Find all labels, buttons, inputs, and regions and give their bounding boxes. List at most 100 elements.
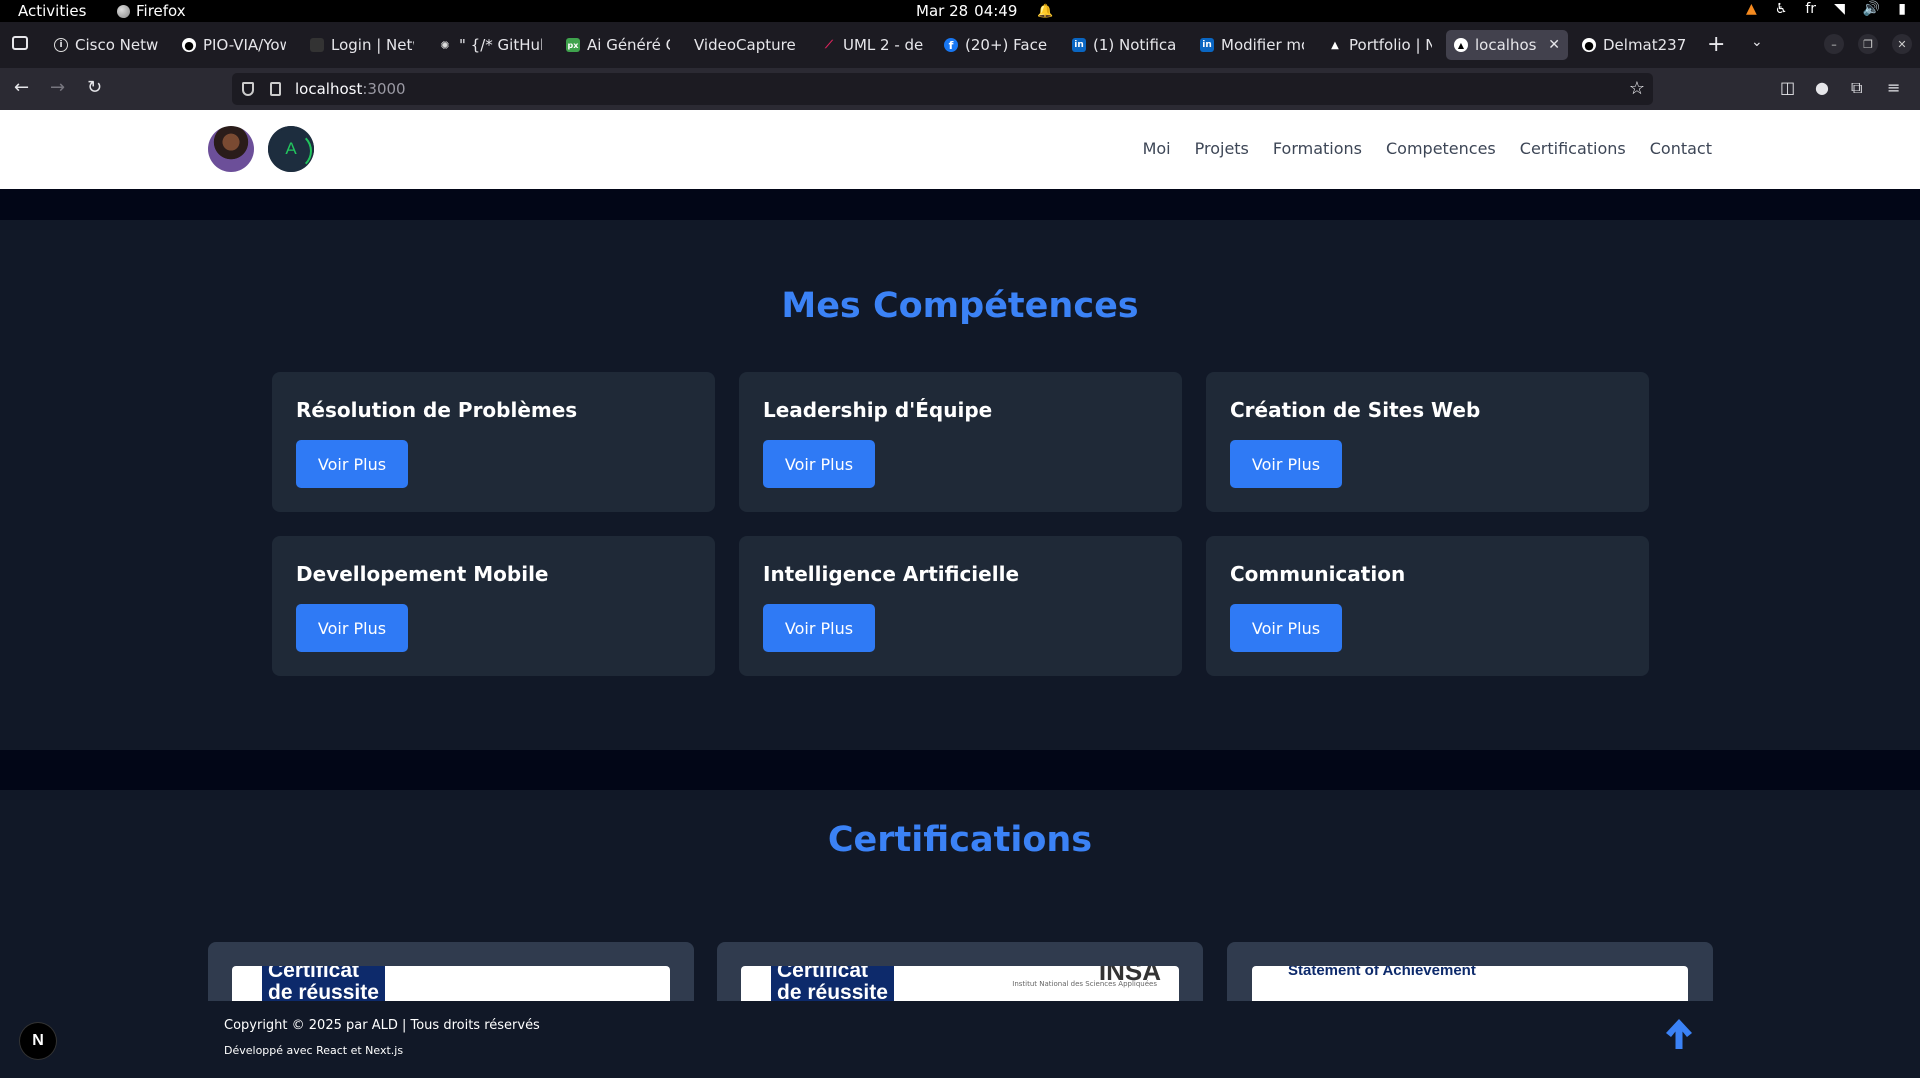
accessibility-icon[interactable]: ♿ (1775, 1, 1788, 17)
url-bar[interactable]: localhost:3000 ☆ (232, 73, 1653, 105)
bookmark-star-icon[interactable]: ☆ (1629, 78, 1645, 99)
tab-delmat[interactable]: ● Delmat237/ (1574, 30, 1694, 60)
skill-card: Leadership d'Équipe Voir Plus (739, 372, 1182, 512)
skill-title: Intelligence Artificielle (763, 562, 1020, 586)
tab-pio-via[interactable]: ● PIO-VIA/Yow (174, 30, 294, 60)
tab-login[interactable]: Login | Netw (302, 30, 422, 60)
voir-plus-button[interactable]: Voir Plus (763, 440, 875, 488)
page-info-icon[interactable] (270, 82, 281, 96)
skill-card: Résolution de Problèmes Voir Plus (272, 372, 715, 512)
system-top-bar: Activities Firefox Mar 28 04:49 🔔 ▲ ♿ fr… (0, 0, 1920, 22)
list-all-tabs-icon[interactable] (12, 36, 28, 50)
vercel-icon: ▲ (1331, 39, 1339, 51)
skill-title: Leadership d'Équipe (763, 398, 993, 422)
section-divider (0, 750, 1920, 790)
tab-portfolio[interactable]: ▲ Portfolio | N (1320, 30, 1440, 60)
voir-plus-button[interactable]: Voir Plus (1230, 440, 1342, 488)
voir-plus-button[interactable]: Voir Plus (763, 604, 875, 652)
close-tab-icon[interactable]: ✕ (1548, 37, 1560, 53)
nav-projets[interactable]: Projets (1195, 139, 1249, 158)
account-icon[interactable]: ● (1815, 78, 1829, 97)
skills-section: Mes Compétences Résolution de Problèmes … (0, 220, 1920, 750)
nextjs-dev-badge[interactable]: N (20, 1023, 56, 1059)
scroll-to-top-icon[interactable] (1664, 1017, 1694, 1051)
nav-formations[interactable]: Formations (1273, 139, 1362, 158)
nav-competences[interactable]: Competences (1386, 139, 1496, 158)
linkedin-icon: in (1072, 38, 1086, 52)
skill-title: Communication (1230, 562, 1406, 586)
battery-icon: ▮ (1898, 1, 1906, 17)
page-icon (310, 38, 324, 52)
nav-moi[interactable]: Moi (1143, 139, 1171, 158)
reload-icon[interactable]: ↻ (87, 77, 102, 98)
tab-ai-genere[interactable]: px Ai Généré O (558, 30, 678, 60)
wifi-icon: ◥ (1834, 1, 1845, 17)
activities-button[interactable]: Activities (18, 2, 86, 20)
website-viewport: A Moi Projets Formations Competences Cer… (0, 110, 1920, 1078)
certifications-title: Certifications (827, 820, 1093, 860)
language-indicator[interactable]: fr (1805, 1, 1816, 17)
firefox-icon (117, 4, 130, 18)
skill-title: Création de Sites Web (1230, 398, 1481, 422)
tab-cisco[interactable]: i Cisco Netwo (46, 30, 166, 60)
hamburger-menu-icon[interactable]: ≡ (1887, 78, 1900, 97)
section-divider (0, 189, 1920, 220)
new-tab-icon[interactable]: + (1707, 32, 1725, 57)
cert-heading: Certificat de réussite (262, 966, 385, 1004)
clock-time: 04:49 (974, 2, 1018, 20)
nav-contact[interactable]: Contact (1650, 139, 1712, 158)
nav-toolbar: ← → ↻ localhost:3000 ☆ ◫ ● ⧉ ≡ (0, 68, 1920, 110)
site-logo[interactable]: A (268, 126, 314, 172)
app-menu[interactable]: Firefox (117, 2, 186, 20)
skill-card: Devellopement Mobile Voir Plus (272, 536, 715, 676)
tab-strip: i Cisco Netwo ● PIO-VIA/Yow Login | Netw… (0, 22, 1920, 68)
skill-card: Communication Voir Plus (1206, 536, 1649, 676)
github-icon: ● (1582, 38, 1596, 52)
chevron-down-icon[interactable]: ⌄ (1751, 34, 1763, 50)
clock[interactable]: Mar 28 04:49 🔔 (916, 2, 1054, 20)
voir-plus-button[interactable]: Voir Plus (1230, 604, 1342, 652)
vlc-icon[interactable]: ▲ (1746, 1, 1757, 17)
extensions-icon[interactable]: ⧉ (1851, 78, 1862, 98)
skill-card: Intelligence Artificielle Voir Plus (739, 536, 1182, 676)
system-tray[interactable]: ▲ ♿ fr ◥ 🔊 ▮ (1746, 1, 1906, 17)
shield-icon[interactable] (242, 82, 254, 96)
skill-title: Devellopement Mobile (296, 562, 549, 586)
px-icon: px (566, 38, 580, 52)
tab-github-code[interactable]: ✺ " {/* GitHub (430, 30, 550, 60)
avatar[interactable] (208, 126, 254, 172)
skill-card: Création de Sites Web Voir Plus (1206, 372, 1649, 512)
nav-certifications[interactable]: Certifications (1520, 139, 1626, 158)
tab-localhost[interactable]: ▲ localhost: ✕ (1446, 30, 1568, 60)
copyright-text: Copyright © 2025 par ALD | Tous droits r… (224, 1018, 540, 1033)
voir-plus-button[interactable]: Voir Plus (296, 604, 408, 652)
clock-date: Mar 28 (916, 2, 969, 20)
url-text[interactable]: localhost:3000 (295, 80, 406, 98)
uml-icon: ⟋ (825, 38, 833, 51)
info-icon: i (54, 38, 68, 52)
skills-title: Mes Compétences (781, 286, 1139, 326)
tab-linkedin-edit[interactable]: in Modifier mo (1192, 30, 1312, 60)
site-header: A Moi Projets Formations Competences Cer… (0, 110, 1920, 189)
app-name: Firefox (136, 2, 186, 20)
voir-plus-button[interactable]: Voir Plus (296, 440, 408, 488)
restore-icon[interactable]: ❐ (1858, 34, 1878, 54)
site-nav: Moi Projets Formations Competences Certi… (1143, 139, 1712, 158)
linkedin-icon: in (1200, 38, 1214, 52)
site-footer: Copyright © 2025 par ALD | Tous droits r… (0, 1001, 1920, 1078)
close-window-icon[interactable]: ✕ (1892, 34, 1912, 54)
cert-heading: Certificat de réussite (771, 966, 894, 1004)
built-with-text: Développé avec React et Next.js (224, 1044, 404, 1057)
tab-linkedin-notifications[interactable]: in (1) Notificati (1064, 30, 1184, 60)
openai-icon: ✺ (440, 38, 450, 52)
bell-icon: 🔔 (1037, 3, 1054, 19)
cert-heading: Statement of Achievement (1288, 966, 1476, 979)
skill-title: Résolution de Problèmes (296, 398, 578, 422)
forward-icon[interactable]: → (50, 77, 65, 98)
tab-facebook[interactable]: f (20+) Facebo (936, 30, 1056, 60)
pocket-icon[interactable]: ◫ (1780, 78, 1795, 97)
tab-videocapture[interactable]: VideoCapture ( (686, 30, 806, 60)
back-icon[interactable]: ← (14, 77, 29, 98)
tab-uml[interactable]: ⟋ UML 2 - de l' (814, 30, 934, 60)
minimize-icon[interactable]: – (1824, 34, 1844, 54)
